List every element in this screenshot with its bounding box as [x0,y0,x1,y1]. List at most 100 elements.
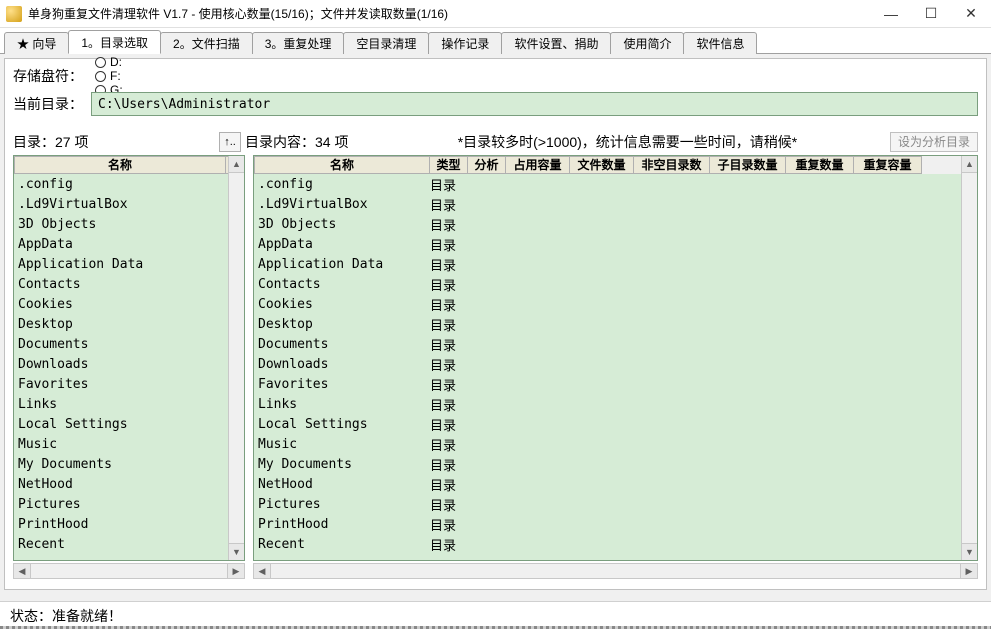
main-panel: 存储盘符： C:D:F:G:H: 当前目录： 目录：27 项 ↑.. 目录内容：… [4,58,987,590]
tab-bar: ★ 向导1。目录选取2。文件扫描3。重复处理空目录清理操作记录软件设置、捐助使用… [0,28,991,54]
cell-type: 目录 [430,495,466,514]
status-text: 状态：准备就绪！ [10,606,122,626]
right-header-2[interactable]: 分析 [468,156,506,174]
table-row[interactable]: Local Settings目录 [254,414,961,434]
cell-type: 目录 [430,315,466,334]
tab-4[interactable]: 空目录清理 [343,32,429,54]
list-item[interactable]: Downloads [14,354,228,374]
left-list-box[interactable]: 名称 .config.Ld9VirtualBox3D ObjectsAppDat… [13,155,245,561]
list-item[interactable]: Application Data [14,254,228,274]
cell-type: 目录 [430,175,466,194]
tab-6[interactable]: 软件设置、捐助 [501,32,611,54]
cell-type: 目录 [430,395,466,414]
cell-type: 目录 [430,415,466,434]
list-item[interactable]: Desktop [14,314,228,334]
table-row[interactable]: .Ld9VirtualBox目录 [254,194,961,214]
right-hscroll[interactable] [253,563,978,579]
right-header-0[interactable]: 名称 [254,156,430,174]
slow-note: *目录较多时(>1000)，统计信息需要一些时间，请稍候* [365,132,890,152]
cell-name: Downloads [258,357,430,372]
tab-0[interactable]: ★ 向导 [4,32,69,54]
cell-name: 3D Objects [258,217,430,232]
path-input[interactable] [91,92,978,116]
right-header-7[interactable]: 重复数量 [786,156,854,174]
right-vscroll[interactable] [961,156,977,560]
cell-name: Cookies [258,297,430,312]
titlebar: 单身狗重复文件清理软件 V1.7 - 使用核心数量(15/16)；文件并发读取数… [0,0,991,28]
path-label: 当前目录： [13,94,83,114]
list-item[interactable]: .config [14,174,228,194]
drive-radio-D[interactable]: D: [95,55,123,69]
table-row[interactable]: Links目录 [254,394,961,414]
tab-7[interactable]: 使用简介 [610,32,684,54]
table-row[interactable]: Contacts目录 [254,274,961,294]
up-button[interactable]: ↑.. [219,132,241,152]
right-header-5[interactable]: 非空目录数 [634,156,710,174]
table-row[interactable]: 3D Objects目录 [254,214,961,234]
list-item[interactable]: Links [14,394,228,414]
close-button[interactable]: ✕ [951,0,991,28]
minimize-button[interactable]: — [871,0,911,28]
radio-icon [95,57,106,68]
table-row[interactable]: Documents目录 [254,334,961,354]
table-row[interactable]: AppData目录 [254,234,961,254]
cell-type: 目录 [430,535,466,554]
table-row[interactable]: PrintHood目录 [254,514,961,534]
list-item[interactable]: Local Settings [14,414,228,434]
table-row[interactable]: Pictures目录 [254,494,961,514]
table-row[interactable]: Recent目录 [254,534,961,554]
set-analyze-dir-button[interactable]: 设为分析目录 [890,132,978,152]
cell-name: Pictures [258,497,430,512]
cell-name: PrintHood [258,517,430,532]
right-header-3[interactable]: 占用容量 [506,156,570,174]
radio-icon [95,71,106,82]
cell-name: Recent [258,537,430,552]
cell-type: 目录 [430,215,466,234]
tab-5[interactable]: 操作记录 [428,32,502,54]
left-vscroll[interactable] [228,156,244,560]
list-item[interactable]: Pictures [14,494,228,514]
list-item[interactable]: My Documents [14,454,228,474]
right-header-1[interactable]: 类型 [430,156,468,174]
table-row[interactable]: Favorites目录 [254,374,961,394]
tab-1[interactable]: 1。目录选取 [68,30,161,54]
table-row[interactable]: My Documents目录 [254,454,961,474]
right-header-6[interactable]: 子目录数量 [710,156,786,174]
drive-radio-F[interactable]: F: [95,69,123,83]
table-row[interactable]: NetHood目录 [254,474,961,494]
table-row[interactable]: .config目录 [254,174,961,194]
list-item[interactable]: Favorites [14,374,228,394]
cell-name: Links [258,397,430,412]
list-item[interactable]: Cookies [14,294,228,314]
table-row[interactable]: Application Data目录 [254,254,961,274]
tab-8[interactable]: 软件信息 [683,32,757,54]
list-item[interactable]: AppData [14,234,228,254]
table-row[interactable]: Desktop目录 [254,314,961,334]
list-item[interactable]: 3D Objects [14,214,228,234]
tab-2[interactable]: 2。文件扫描 [160,32,253,54]
right-list: 名称类型分析占用容量文件数量非空目录数子目录数量重复数量重复容量 .config… [253,155,978,561]
lists-area: 名称 .config.Ld9VirtualBox3D ObjectsAppDat… [13,155,978,561]
table-row[interactable]: Cookies目录 [254,294,961,314]
right-header-8[interactable]: 重复容量 [854,156,922,174]
list-item[interactable]: .Ld9VirtualBox [14,194,228,214]
list-item[interactable]: Recent [14,534,228,554]
list-item[interactable]: Documents [14,334,228,354]
right-header-4[interactable]: 文件数量 [570,156,634,174]
table-row[interactable]: Music目录 [254,434,961,454]
hscroll-row [13,563,978,579]
maximize-button[interactable]: ☐ [911,0,951,28]
left-header-row: 名称 [14,156,244,174]
list-item[interactable]: Music [14,434,228,454]
cell-type: 目录 [430,355,466,374]
list-item[interactable]: PrintHood [14,514,228,534]
drives-label: 存储盘符： [13,66,83,86]
list-item[interactable]: NetHood [14,474,228,494]
left-hscroll[interactable] [13,563,245,579]
list-item[interactable]: Contacts [14,274,228,294]
cell-type: 目录 [430,435,466,454]
tab-3[interactable]: 3。重复处理 [252,32,345,54]
table-row[interactable]: Downloads目录 [254,354,961,374]
left-header-name[interactable]: 名称 [14,156,226,174]
right-list-box[interactable]: 名称类型分析占用容量文件数量非空目录数子目录数量重复数量重复容量 .config… [253,155,978,561]
